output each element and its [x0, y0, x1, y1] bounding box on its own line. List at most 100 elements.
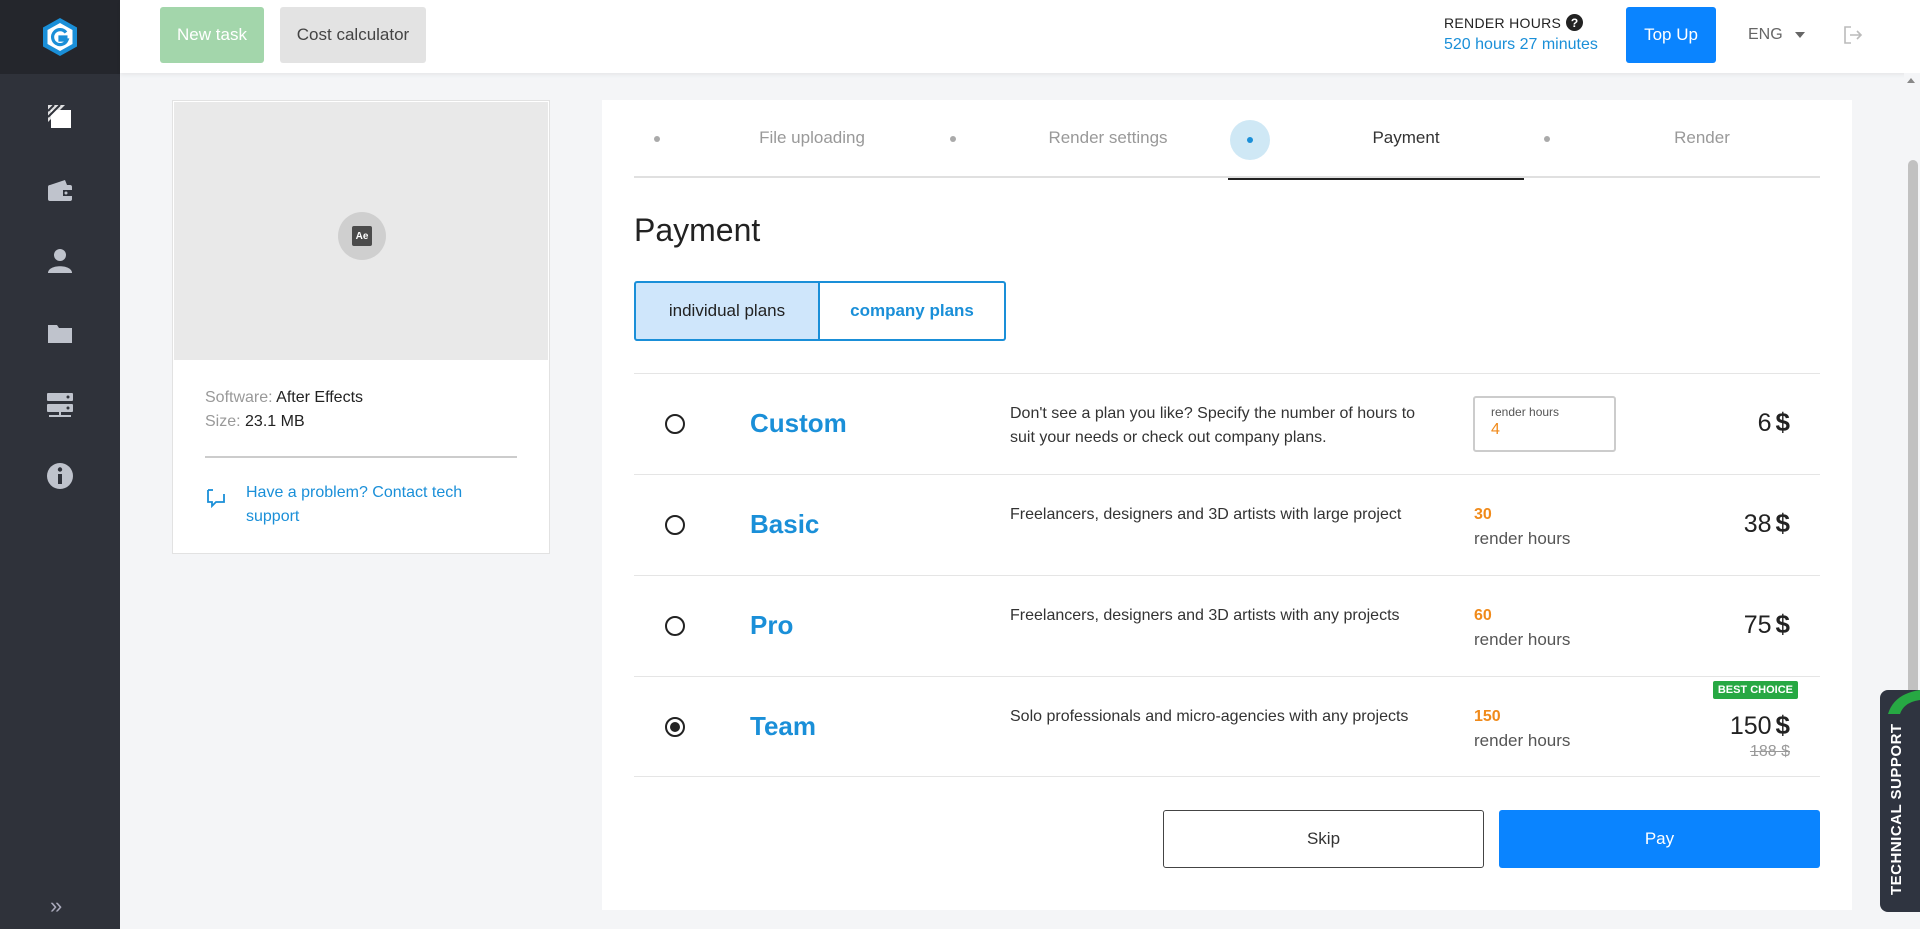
logo-icon — [43, 18, 77, 56]
divider — [205, 456, 517, 458]
scroll-up-arrow-icon[interactable] — [1907, 78, 1915, 83]
price-value: 6 — [1757, 409, 1772, 437]
expand-sidebar-icon[interactable]: » — [50, 893, 62, 919]
plan-name: Pro — [750, 610, 794, 640]
plan-hours: 30 render hours — [1474, 503, 1570, 551]
plan-price: 75 $ — [1744, 609, 1790, 640]
plan-row-custom[interactable]: Custom Don't see a plan you like? Specif… — [634, 373, 1820, 474]
after-effects-icon: Ae — [338, 212, 386, 260]
pay-button[interactable]: Pay — [1499, 810, 1820, 868]
step-label: Render settings — [1048, 128, 1168, 147]
technical-support-tab[interactable]: TECHNICAL SUPPORT — [1880, 690, 1920, 912]
render-hours-value: 520 hours 27 minutes — [1444, 36, 1598, 53]
step-render-settings[interactable]: Render settings — [930, 100, 1226, 178]
price-currency: $ — [1775, 508, 1790, 538]
app-badge: Ae — [352, 226, 372, 246]
input-value: 4 — [1491, 421, 1500, 438]
hours-count: 150 — [1474, 708, 1501, 725]
render-hours-input[interactable]: render hours 4 — [1473, 396, 1616, 452]
step-dot-active — [1230, 120, 1270, 160]
price-value: 150 — [1729, 712, 1772, 740]
header: New task Cost calculator RENDER HOURS ? … — [120, 0, 1920, 73]
plan-hours: 150 render hours — [1474, 705, 1570, 753]
folder-icon[interactable] — [44, 317, 76, 349]
file-card: Ae Software: After Effects Size: 23.1 MB… — [172, 100, 550, 554]
wallet-icon[interactable] — [44, 175, 76, 207]
plan-radio-selected[interactable] — [665, 717, 685, 737]
tasks-icon[interactable] — [44, 101, 76, 133]
best-choice-badge: BEST CHOICE — [1712, 681, 1798, 699]
user-icon[interactable] — [44, 245, 76, 277]
individual-plans-tab[interactable]: individual plans — [634, 281, 820, 341]
step-dot — [1544, 136, 1550, 142]
file-preview: Ae — [174, 102, 548, 360]
contact-support-link[interactable]: Have a problem? Contact tech support — [246, 481, 516, 529]
plan-radio[interactable] — [665, 414, 685, 434]
support-chat-icon — [207, 489, 225, 508]
size-info: Size: 23.1 MB — [205, 413, 305, 431]
new-task-button[interactable]: New task — [160, 7, 264, 63]
plan-name: Custom — [750, 408, 847, 438]
render-hours-title: RENDER HOURS — [1444, 14, 1562, 31]
logout-icon[interactable] — [1842, 24, 1864, 46]
price-value: 38 — [1743, 510, 1772, 538]
step-render[interactable]: Render — [1524, 100, 1820, 178]
step-dot — [654, 136, 660, 142]
hours-unit: render hours — [1474, 731, 1571, 750]
stepper: File uploading Render settings Payment R… — [634, 100, 1820, 180]
page-title: Payment — [634, 212, 761, 248]
hours-unit: render hours — [1474, 630, 1571, 649]
step-label: Payment — [1372, 128, 1440, 147]
step-label: File uploading — [759, 128, 865, 147]
main-panel: File uploading Render settings Payment R… — [602, 100, 1852, 910]
technical-support-label: TECHNICAL SUPPORT — [1888, 723, 1905, 895]
price-currency: $ — [1775, 407, 1790, 437]
plan-type-toggle: individual plans company plans — [634, 281, 1006, 341]
skip-button[interactable]: Skip — [1163, 810, 1484, 868]
step-label: Render — [1674, 128, 1730, 147]
price-value: 75 — [1743, 611, 1772, 639]
plan-description: Solo professionals and micro-agencies wi… — [1010, 708, 1409, 725]
old-price: 188 $ — [1749, 743, 1790, 760]
plan-row-team[interactable]: Team Solo professionals and micro-agenci… — [634, 676, 1820, 777]
step-file-uploading[interactable]: File uploading — [634, 100, 930, 178]
plan-price: 150 $ — [1730, 710, 1790, 741]
company-plans-tab[interactable]: company plans — [820, 281, 1006, 341]
plan-radio[interactable] — [665, 515, 685, 535]
plan-row-basic[interactable]: Basic Freelancers, designers and 3D arti… — [634, 474, 1820, 575]
plan-name: Team — [750, 711, 816, 741]
sidebar: » — [0, 0, 120, 929]
price-currency: $ — [1775, 609, 1790, 639]
plan-radio[interactable] — [665, 616, 685, 636]
render-hours-label: RENDER HOURS ? — [1444, 14, 1584, 31]
language-select[interactable]: ENG — [1748, 26, 1805, 44]
price-currency: $ — [1775, 710, 1790, 740]
cost-calculator-button[interactable]: Cost calculator — [280, 7, 426, 63]
hours-count: 30 — [1474, 506, 1492, 523]
input-placeholder: render hours — [1491, 405, 1560, 419]
size-value: 23.1 MB — [245, 413, 305, 430]
step-payment[interactable]: Payment — [1228, 100, 1524, 180]
servers-icon[interactable] — [44, 388, 76, 420]
logo[interactable] — [0, 0, 120, 74]
size-label: Size: — [205, 413, 241, 430]
active-step-underline — [1228, 178, 1524, 180]
plan-hours: 60 render hours — [1474, 604, 1570, 652]
top-up-button[interactable]: Top Up — [1626, 7, 1716, 63]
info-icon[interactable] — [44, 460, 76, 492]
hours-count: 60 — [1474, 607, 1492, 624]
software-info: Software: After Effects — [205, 389, 363, 407]
software-value: After Effects — [276, 389, 364, 406]
plan-description: Freelancers, designers and 3D artists wi… — [1010, 607, 1400, 624]
help-icon[interactable]: ? — [1566, 14, 1584, 31]
plans-list: Custom Don't see a plan you like? Specif… — [634, 373, 1820, 777]
plan-price: 38 $ — [1744, 508, 1790, 539]
chevron-down-icon — [1794, 32, 1805, 38]
plan-row-pro[interactable]: Pro Freelancers, designers and 3D artist… — [634, 575, 1820, 676]
plan-description: Freelancers, designers and 3D artists wi… — [1010, 506, 1402, 523]
plan-description: Don't see a plan you like? Specify the n… — [1010, 405, 1416, 446]
language-value: ENG — [1748, 26, 1783, 43]
plan-name: Basic — [750, 509, 820, 539]
hours-unit: render hours — [1474, 529, 1571, 548]
step-dot — [950, 136, 956, 142]
